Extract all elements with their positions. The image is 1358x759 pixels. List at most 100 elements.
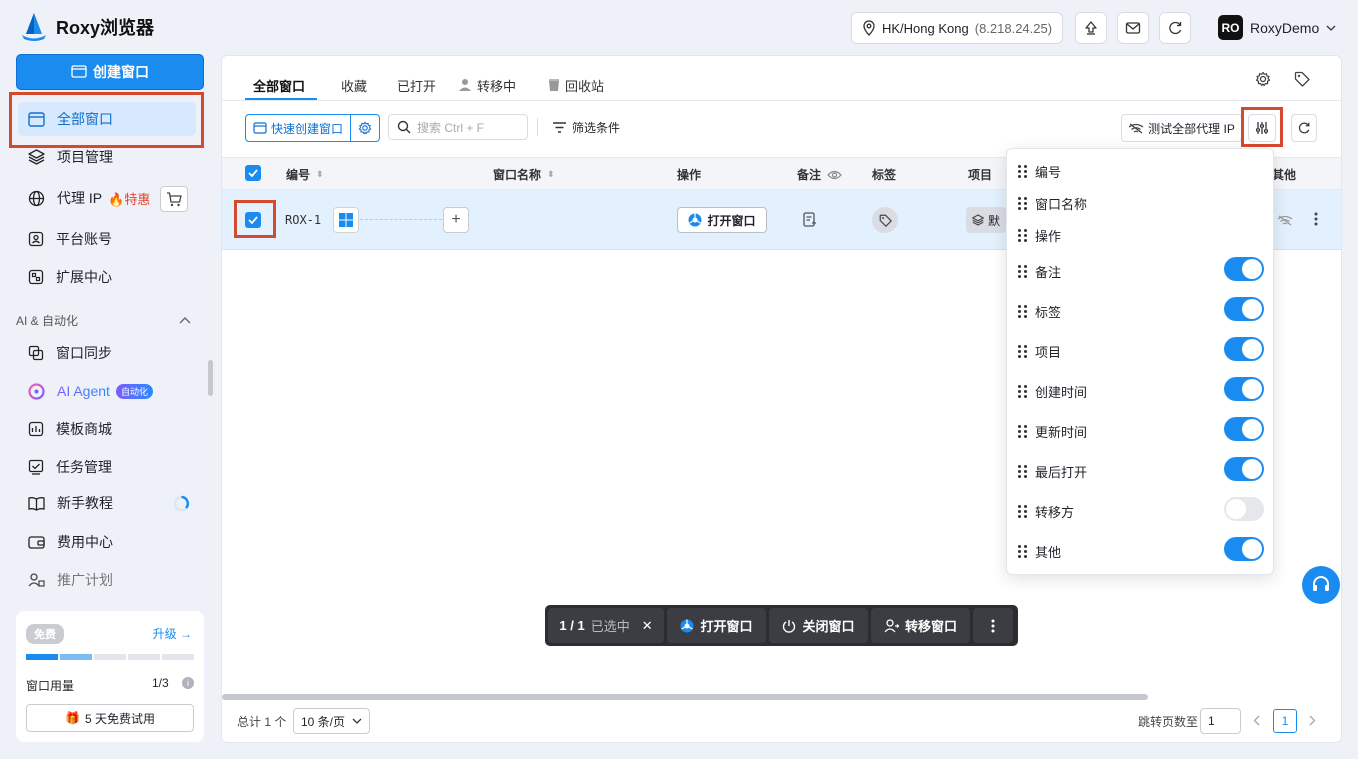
column-setting-item[interactable]: 创建时间 [1018,382,1087,401]
page-number-button[interactable]: 1 [1273,709,1297,733]
proxy-status-icon[interactable] [1277,215,1293,226]
tag-icon[interactable] [1294,71,1310,87]
sidebar-item-window-sync[interactable]: 窗口同步 [18,336,196,370]
support-button[interactable] [1302,566,1340,604]
quick-create-button[interactable]: 快速创建窗口 [245,114,351,142]
tab-recycle-bin[interactable]: 回收站 [548,70,604,100]
search-input[interactable]: 搜索 Ctrl + F [388,114,528,140]
info-icon[interactable]: i [182,677,194,689]
next-page-icon[interactable] [1309,715,1316,726]
upload-button[interactable] [1075,12,1107,44]
bulk-transfer-button[interactable]: 转移窗口 [871,608,970,643]
sidebar-item-extensions[interactable]: 扩展中心 [18,260,196,294]
window-id: ROX-1 [285,213,322,227]
column-visibility-toggle[interactable] [1224,337,1264,361]
chevron-up-icon[interactable] [179,316,191,324]
sidebar-item-promotion[interactable]: 推广计划 [18,563,196,597]
note-edit-icon[interactable] [803,212,817,228]
column-setting-label: 更新时间 [1035,425,1088,440]
message-button[interactable] [1117,12,1149,44]
row-checkbox[interactable] [245,212,261,228]
column-setting-item[interactable]: 标签 [1018,302,1061,321]
tab-label: 全部窗口 [253,78,306,94]
settings-gear-icon[interactable] [1255,71,1271,87]
tab-favorites[interactable]: 收藏 [341,70,367,100]
drag-handle-icon[interactable] [1018,197,1027,210]
column-header-id[interactable]: 编号 ⬍ [286,166,324,183]
column-visibility-toggle[interactable] [1224,377,1264,401]
clear-selection-icon[interactable]: ✕ [642,618,653,634]
drag-handle-icon[interactable] [1018,505,1027,518]
tab-transferring[interactable]: 转移中 [458,70,516,100]
drag-handle-icon[interactable] [1018,265,1027,278]
select-all-checkbox[interactable] [245,165,261,181]
drag-handle-icon[interactable] [1018,425,1027,438]
user-menu[interactable]: RO RoxyDemo [1218,15,1336,40]
cart-button[interactable] [160,186,188,212]
sidebar-scrollbar[interactable] [208,360,213,396]
column-setting-item[interactable]: 窗口名称 [1018,194,1087,213]
bulk-more-button[interactable] [973,608,1013,643]
selected-suffix: 已选中 [590,619,630,634]
test-all-proxy-button[interactable]: 测试全部代理 IP [1121,114,1242,142]
sidebar-item-label: 任务管理 [56,459,112,475]
sidebar-item-ai-agent[interactable]: AI Agent 自动化 [18,374,196,408]
column-setting-item[interactable]: 备注 [1018,262,1061,281]
column-setting-item[interactable]: 转移方 [1018,502,1074,521]
prev-page-icon[interactable] [1253,715,1260,726]
column-visibility-toggle[interactable] [1224,417,1264,441]
column-visibility-toggle[interactable] [1224,257,1264,281]
page-size-select[interactable]: 10 条/页 [293,708,370,734]
bulk-open-button[interactable]: 打开窗口 [667,608,766,643]
sidebar-item-label: 扩展中心 [56,269,112,285]
column-setting-item[interactable]: 操作 [1018,226,1061,245]
sidebar-item-template-store[interactable]: 模板商城 [18,412,196,446]
task-icon [28,459,44,475]
sidebar-item-billing[interactable]: 费用中心 [18,525,196,559]
sidebar-item-projects[interactable]: 项目管理 [18,140,196,174]
drag-handle-icon[interactable] [1018,545,1027,558]
refresh-button[interactable] [1291,114,1317,142]
sidebar-item-platform-accounts[interactable]: 平台账号 [18,222,196,256]
jump-page-input[interactable]: 1 [1200,708,1241,734]
sidebar-item-tasks[interactable]: 任务管理 [18,450,196,484]
drag-handle-icon[interactable] [1018,165,1027,178]
column-setting-item[interactable]: 编号 [1018,162,1061,181]
column-settings-button[interactable] [1248,114,1276,142]
column-setting-item[interactable]: 项目 [1018,342,1061,361]
drag-handle-icon[interactable] [1018,385,1027,398]
eye-icon[interactable] [827,170,842,180]
column-setting-item[interactable]: 更新时间 [1018,422,1087,441]
more-vertical-icon[interactable] [1314,212,1318,226]
upgrade-link[interactable]: 升级 → [153,625,192,642]
horizontal-scrollbar[interactable] [222,694,1148,700]
refresh-icon [1169,21,1182,35]
tab-opened[interactable]: 已打开 [397,70,436,100]
project-chip[interactable]: 默 [966,207,1006,233]
drag-handle-icon[interactable] [1018,305,1027,318]
free-trial-button[interactable]: 🎁 5 天免费试用 [26,704,194,732]
drag-handle-icon[interactable] [1018,465,1027,478]
column-visibility-toggle[interactable] [1224,297,1264,321]
column-visibility-toggle[interactable] [1224,497,1264,521]
sidebar-item-tutorial[interactable]: 新手教程 [18,486,196,520]
add-tag-button[interactable] [872,207,898,233]
sidebar-item-all-windows[interactable]: 全部窗口 [18,102,196,136]
column-header-name[interactable]: 窗口名称 ⬍ [493,166,555,183]
drag-handle-icon[interactable] [1018,229,1027,242]
column-setting-item[interactable]: 其他 [1018,542,1061,561]
quick-create-settings-button[interactable] [350,114,380,142]
tab-all-windows[interactable]: 全部窗口 [253,70,305,100]
drag-handle-icon[interactable] [1018,345,1027,358]
column-visibility-toggle[interactable] [1224,457,1264,481]
proxy-location[interactable]: HK/Hong Kong (8.218.24.25) [851,12,1064,44]
column-setting-item[interactable]: 最后打开 [1018,462,1087,481]
column-visibility-toggle[interactable] [1224,537,1264,561]
filter-button[interactable]: 筛选条件 [553,119,620,136]
add-name-button[interactable]: + [443,207,469,233]
column-setting-label: 编号 [1035,165,1062,180]
create-window-button[interactable]: 创建窗口 [16,54,204,90]
open-window-button[interactable]: 打开窗口 [677,207,767,233]
bulk-close-button[interactable]: 关闭窗口 [769,608,868,643]
sync-button[interactable] [1159,12,1191,44]
